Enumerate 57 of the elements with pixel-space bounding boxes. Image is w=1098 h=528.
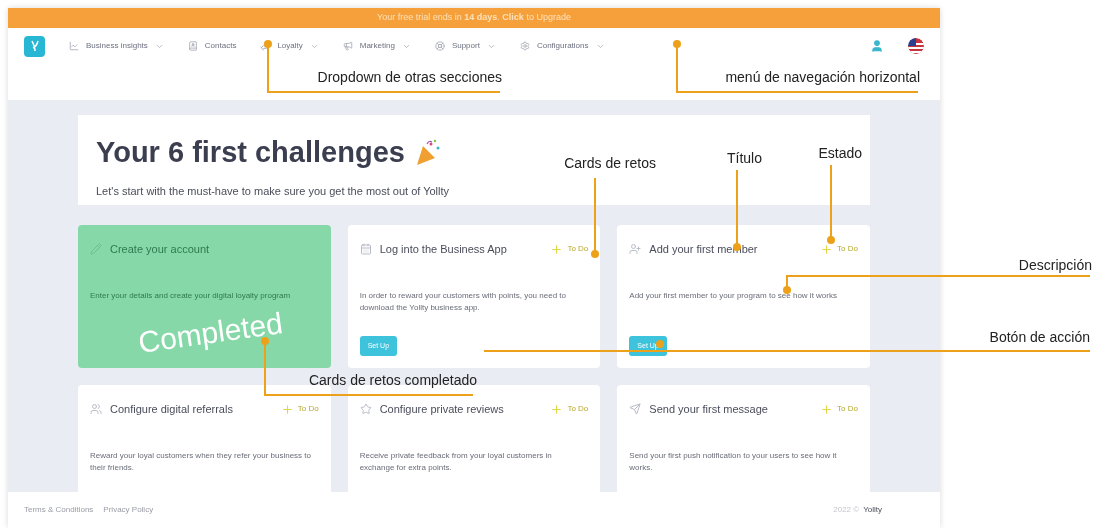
challenge-card[interactable]: Send your first message To Do Send your first push notification to your users to see how it works. bbox=[617, 385, 870, 492]
card-title: Send your first message bbox=[649, 402, 768, 417]
flag-icon[interactable] bbox=[908, 38, 924, 54]
card-title: Configure private reviews bbox=[379, 402, 504, 417]
nav-item[interactable]: Business insights bbox=[69, 40, 164, 52]
card-description: Enter your details and create your digital loyalty program bbox=[90, 289, 292, 302]
pencil-icon bbox=[90, 243, 102, 256]
annotation-label: Estado bbox=[817, 145, 862, 162]
status-label: To Do bbox=[837, 243, 858, 256]
lifebuoy-icon bbox=[434, 41, 445, 51]
brand-name: Yollty bbox=[863, 504, 882, 516]
plus-icon bbox=[820, 402, 834, 416]
user-icon[interactable] bbox=[870, 39, 884, 53]
card-title: Create your account bbox=[110, 242, 210, 257]
plus-icon bbox=[550, 242, 564, 256]
users-icon bbox=[90, 403, 102, 416]
logo-icon[interactable] bbox=[24, 35, 45, 57]
card-description: Reward your loyal customers when they refer your business to their friends. bbox=[90, 449, 312, 474]
card-description: Send your first push notification to your users to see how it works. bbox=[629, 449, 838, 474]
status-label: To Do bbox=[567, 403, 589, 416]
plus-icon bbox=[550, 402, 564, 416]
annotation-label: menú de navegación horizontal bbox=[724, 69, 920, 86]
challenge-card[interactable]: Configure digital referrals To Do Reward your loyal customers when they refer your business to their friends. bbox=[78, 385, 331, 492]
status-label: To Do bbox=[297, 403, 319, 416]
footer-link[interactable]: Terms & Conditions bbox=[24, 504, 94, 516]
footer-link[interactable]: Privacy Policy bbox=[103, 504, 154, 516]
send-icon bbox=[629, 403, 642, 416]
card-description: Receive private feedback from your loyal customers in exchange for extra points. bbox=[359, 449, 553, 474]
nav-item[interactable]: Contacts bbox=[187, 40, 237, 52]
nav-item[interactable]: Configurations bbox=[519, 40, 605, 52]
star-icon bbox=[359, 403, 372, 416]
card-description: In order to reward your customers with points, you need to download the Yollty business app. bbox=[359, 289, 567, 314]
chart-icon bbox=[69, 41, 79, 51]
megaphone-icon bbox=[342, 41, 353, 51]
annotation-label: Título bbox=[726, 150, 762, 167]
challenge-card[interactable]: Configure private reviews To Do Receive private feedback from your loyal customers in exchange for extra points. bbox=[347, 385, 601, 492]
nav-item[interactable]: Marketing bbox=[342, 40, 411, 52]
user-plus-icon bbox=[629, 243, 642, 256]
annotation-label: Botón de acción bbox=[988, 329, 1090, 346]
completed-label: Completed bbox=[136, 307, 285, 359]
plus-icon bbox=[280, 402, 294, 416]
settings-icon bbox=[519, 41, 530, 51]
annotation-label: Cards de retos bbox=[563, 155, 656, 172]
challenge-card[interactable]: Create your account Enter your details and create your digital loyalty program Completed bbox=[78, 225, 331, 368]
contact-book-icon bbox=[187, 41, 198, 51]
card-description: Add your first member to your program to see how it works bbox=[629, 289, 838, 302]
plus-icon bbox=[820, 242, 834, 256]
status-label: To Do bbox=[837, 403, 858, 416]
card-title: Log into the Business App bbox=[379, 242, 507, 257]
calendar-icon bbox=[359, 243, 372, 256]
card-title: Configure digital referrals bbox=[110, 402, 233, 417]
page-subtitle: Let's start with the must-have to make sure you get the most out of Yollty bbox=[96, 183, 451, 199]
annotation-label: Dropdown de otras secciones bbox=[316, 69, 502, 86]
annotation-label: Descripción bbox=[1017, 257, 1092, 274]
status-label: To Do bbox=[567, 243, 589, 256]
nav-item[interactable]: Support bbox=[434, 40, 496, 52]
page-title: Your 6 first challenges bbox=[96, 135, 405, 170]
